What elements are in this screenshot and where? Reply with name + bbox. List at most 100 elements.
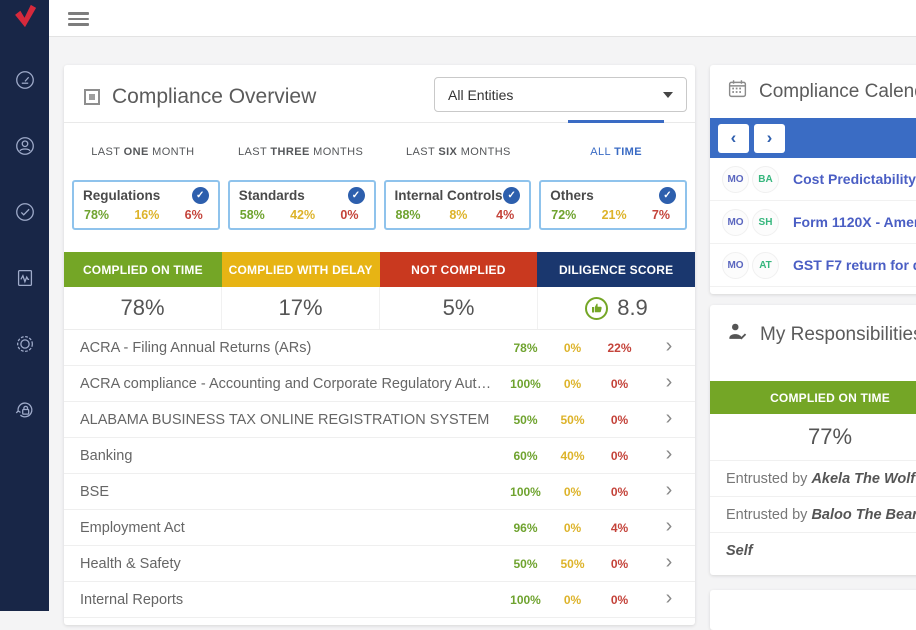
calendar-next-button[interactable]: › (754, 124, 785, 153)
row-on-time-pct: 78% (502, 341, 549, 355)
responsibility-item[interactable]: Self (710, 532, 916, 568)
category-not-complied-pct: 0% (340, 208, 358, 222)
row-not-complied-pct: 22% (596, 341, 643, 355)
row-name: ACRA - Filing Annual Returns (ARs) (80, 340, 502, 356)
entruster-name: Akela The Wolf (811, 471, 915, 487)
tab-last-six-months[interactable]: LAST SIX MONTHS (380, 123, 538, 180)
chevron-right-icon[interactable]: › (643, 444, 695, 467)
entity-filter-dropdown[interactable]: All Entities (434, 77, 687, 112)
my-responsibilities-card: My Responsibilities COMPLIED ON TIME 77%… (710, 305, 916, 575)
calendar-item-title: GST F7 return for disc (793, 257, 916, 273)
responsibility-item[interactable]: Entrusted by Baloo The Bear (710, 496, 916, 532)
row-not-complied-pct: 0% (596, 485, 643, 499)
chevron-right-icon[interactable]: › (643, 408, 695, 431)
chevron-right-icon[interactable]: › (643, 480, 695, 503)
next-card-partial (710, 590, 916, 630)
audit-lock-icon (14, 399, 36, 426)
summary-values-row: 78% 17% 5% 8.9 (64, 287, 695, 330)
row-with-delay-pct: 0% (549, 341, 596, 355)
row-with-delay-pct: 0% (549, 377, 596, 391)
row-name: Banking (80, 448, 502, 464)
compliance-category-row[interactable]: BSE 100% 0% 0% › (64, 474, 695, 510)
calendar-item[interactable]: MO SH Form 1120X - Amende (710, 201, 916, 244)
chevron-right-icon[interactable]: › (643, 588, 695, 611)
calendar-item-badges: MO BA (722, 166, 779, 193)
row-on-time-pct: 100% (502, 485, 549, 499)
sidebar-item-dashboard[interactable] (0, 49, 49, 115)
compliance-category-row[interactable]: Banking 60% 40% 0% › (64, 438, 695, 474)
category-stat-card: Regulations ✓ 78% 16% 6% (72, 180, 220, 230)
category-not-complied-pct: 6% (185, 208, 203, 222)
row-name: Health & Safety (80, 556, 502, 572)
compliance-overview-card: Compliance Overview All Entities LAST ON… (64, 65, 695, 625)
complied-on-time-value: 78% (64, 287, 222, 329)
responsibilities-band: COMPLIED ON TIME (710, 381, 916, 414)
chevron-down-icon (663, 92, 673, 98)
calendar-item[interactable]: MO AT GST F7 return for disc (710, 244, 916, 287)
responsibility-item[interactable]: Entrusted by Akela The Wolf (710, 460, 916, 496)
tab-last-three-months[interactable]: LAST THREE MONTHS (222, 123, 380, 180)
calendar-item-list: MO BA Cost Predictability MO SH Form 112… (710, 158, 916, 287)
sidebar-item-reports[interactable] (0, 247, 49, 313)
chevron-right-icon[interactable]: › (643, 552, 695, 575)
chevron-right-icon[interactable]: › (643, 372, 695, 395)
person-check-icon (727, 322, 749, 348)
sidebar-nav (0, 37, 49, 445)
topbar (49, 0, 916, 37)
row-name: Employment Act (80, 520, 502, 536)
summary-header-band: COMPLIED ON TIME COMPLIED WITH DELAY NOT… (64, 252, 695, 287)
category-name: Regulations (83, 188, 160, 203)
v-check-logo-icon (10, 2, 40, 35)
calendar-item[interactable]: MO BA Cost Predictability (710, 158, 916, 201)
row-on-time-pct: 50% (502, 557, 549, 571)
overview-section-icon (84, 89, 100, 105)
not-complied-value: 5% (380, 287, 538, 329)
calendar-item-title: Form 1120X - Amende (793, 214, 916, 230)
brand-logo[interactable] (0, 0, 49, 37)
compliance-category-row[interactable]: ACRA - Filing Annual Returns (ARs) 78% 0… (64, 330, 695, 366)
category-on-time-pct: 78% (84, 208, 109, 222)
category-not-complied-pct: 7% (652, 208, 670, 222)
frequency-badge: MO (722, 252, 749, 279)
calendar-nav-bar: ‹ › (710, 118, 916, 158)
compliance-category-row[interactable]: ALABAMA BUSINESS TAX ONLINE REGISTRATION… (64, 402, 695, 438)
thumbs-up-icon (585, 297, 608, 320)
responsibilities-value: 77% (710, 414, 916, 460)
complied-with-delay-value: 17% (222, 287, 380, 329)
calendar-prev-button[interactable]: ‹ (718, 124, 749, 153)
category-on-time-pct: 88% (396, 208, 421, 222)
category-stat-card: Standards ✓ 58% 42% 0% (228, 180, 376, 230)
hamburger-menu-icon[interactable] (68, 12, 89, 29)
category-with-delay-pct: 8% (449, 208, 467, 222)
compliance-category-row[interactable]: Internal Reports 100% 0% 0% › (64, 582, 695, 618)
row-name: ALABAMA BUSINESS TAX ONLINE REGISTRATION… (80, 412, 502, 428)
row-not-complied-pct: 0% (596, 377, 643, 391)
compliance-category-row[interactable]: ACRA compliance - Accounting and Corpora… (64, 366, 695, 402)
tab-all-time[interactable]: ALL TIME (537, 123, 695, 180)
category-check-toggle[interactable]: ✓ (348, 187, 365, 204)
complied-on-time-header: COMPLIED ON TIME (64, 252, 222, 287)
not-complied-header: NOT COMPLIED (380, 252, 538, 287)
row-on-time-pct: 50% (502, 413, 549, 427)
sidebar-item-compliance[interactable] (0, 181, 49, 247)
sidebar-item-audit[interactable] (0, 379, 49, 445)
sidebar-item-certificates[interactable] (0, 313, 49, 379)
calendar-item-badges: MO AT (722, 252, 779, 279)
row-name: Internal Reports (80, 592, 502, 608)
compliance-category-row[interactable]: Employment Act 96% 0% 4% › (64, 510, 695, 546)
category-with-delay-pct: 21% (602, 208, 627, 222)
tab-last-one-month[interactable]: LAST ONE MONTH (64, 123, 222, 180)
category-check-toggle[interactable]: ✓ (192, 187, 209, 204)
compliance-category-row[interactable]: Health & Safety 50% 50% 0% › (64, 546, 695, 582)
overview-header: Compliance Overview All Entities (64, 65, 695, 122)
category-check-toggle[interactable]: ✓ (503, 187, 520, 204)
row-on-time-pct: 96% (502, 521, 549, 535)
category-check-toggle[interactable]: ✓ (659, 187, 676, 204)
frequency-badge: MO (722, 166, 749, 193)
chevron-right-icon[interactable]: › (643, 336, 695, 359)
row-not-complied-pct: 0% (596, 449, 643, 463)
calendar-icon (727, 78, 748, 105)
sidebar-item-users[interactable] (0, 115, 49, 181)
chevron-right-icon[interactable]: › (643, 516, 695, 539)
row-with-delay-pct: 50% (549, 413, 596, 427)
